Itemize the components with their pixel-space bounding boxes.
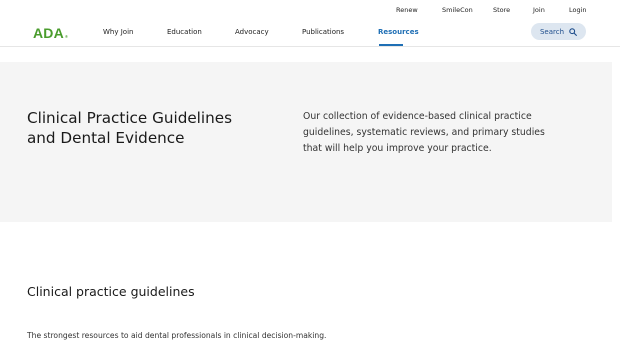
hero-banner: Clinical Practice Guidelines and Dental …	[0, 62, 612, 222]
nav-item-publications[interactable]: Publications	[302, 28, 344, 36]
ada-logo[interactable]: ADA®	[33, 25, 68, 41]
utility-link-store[interactable]: Store	[493, 6, 510, 14]
logo-text: ADA	[33, 25, 64, 41]
hero-description: Our collection of evidence-based clinica…	[303, 111, 545, 154]
nav-item-advocacy[interactable]: Advocacy	[235, 28, 269, 36]
utility-link-login[interactable]: Login	[569, 6, 587, 14]
utility-link-smilecon[interactable]: SmileCon	[442, 6, 473, 14]
active-nav-indicator	[379, 44, 403, 46]
utility-bar: Renew SmileCon Store Join Login	[0, 0, 620, 19]
logo-registered-mark: ®	[64, 34, 69, 39]
nav-item-education[interactable]: Education	[167, 28, 202, 36]
nav-item-resources[interactable]: Resources	[378, 28, 419, 36]
search-icon	[569, 27, 577, 36]
utility-link-join[interactable]: Join	[533, 6, 545, 14]
nav-item-why-join[interactable]: Why Join	[103, 28, 133, 36]
section-title: Clinical practice guidelines	[27, 284, 195, 299]
page-title: Clinical Practice Guidelines and Dental …	[27, 109, 233, 147]
search-button[interactable]: Search	[531, 23, 586, 40]
section-description: The strongest resources to aid dental pr…	[27, 331, 327, 340]
main-navigation: ADA® Why Join Education Advocacy Publica…	[0, 19, 620, 47]
search-label: Search	[539, 27, 565, 36]
utility-link-renew[interactable]: Renew	[396, 6, 418, 14]
